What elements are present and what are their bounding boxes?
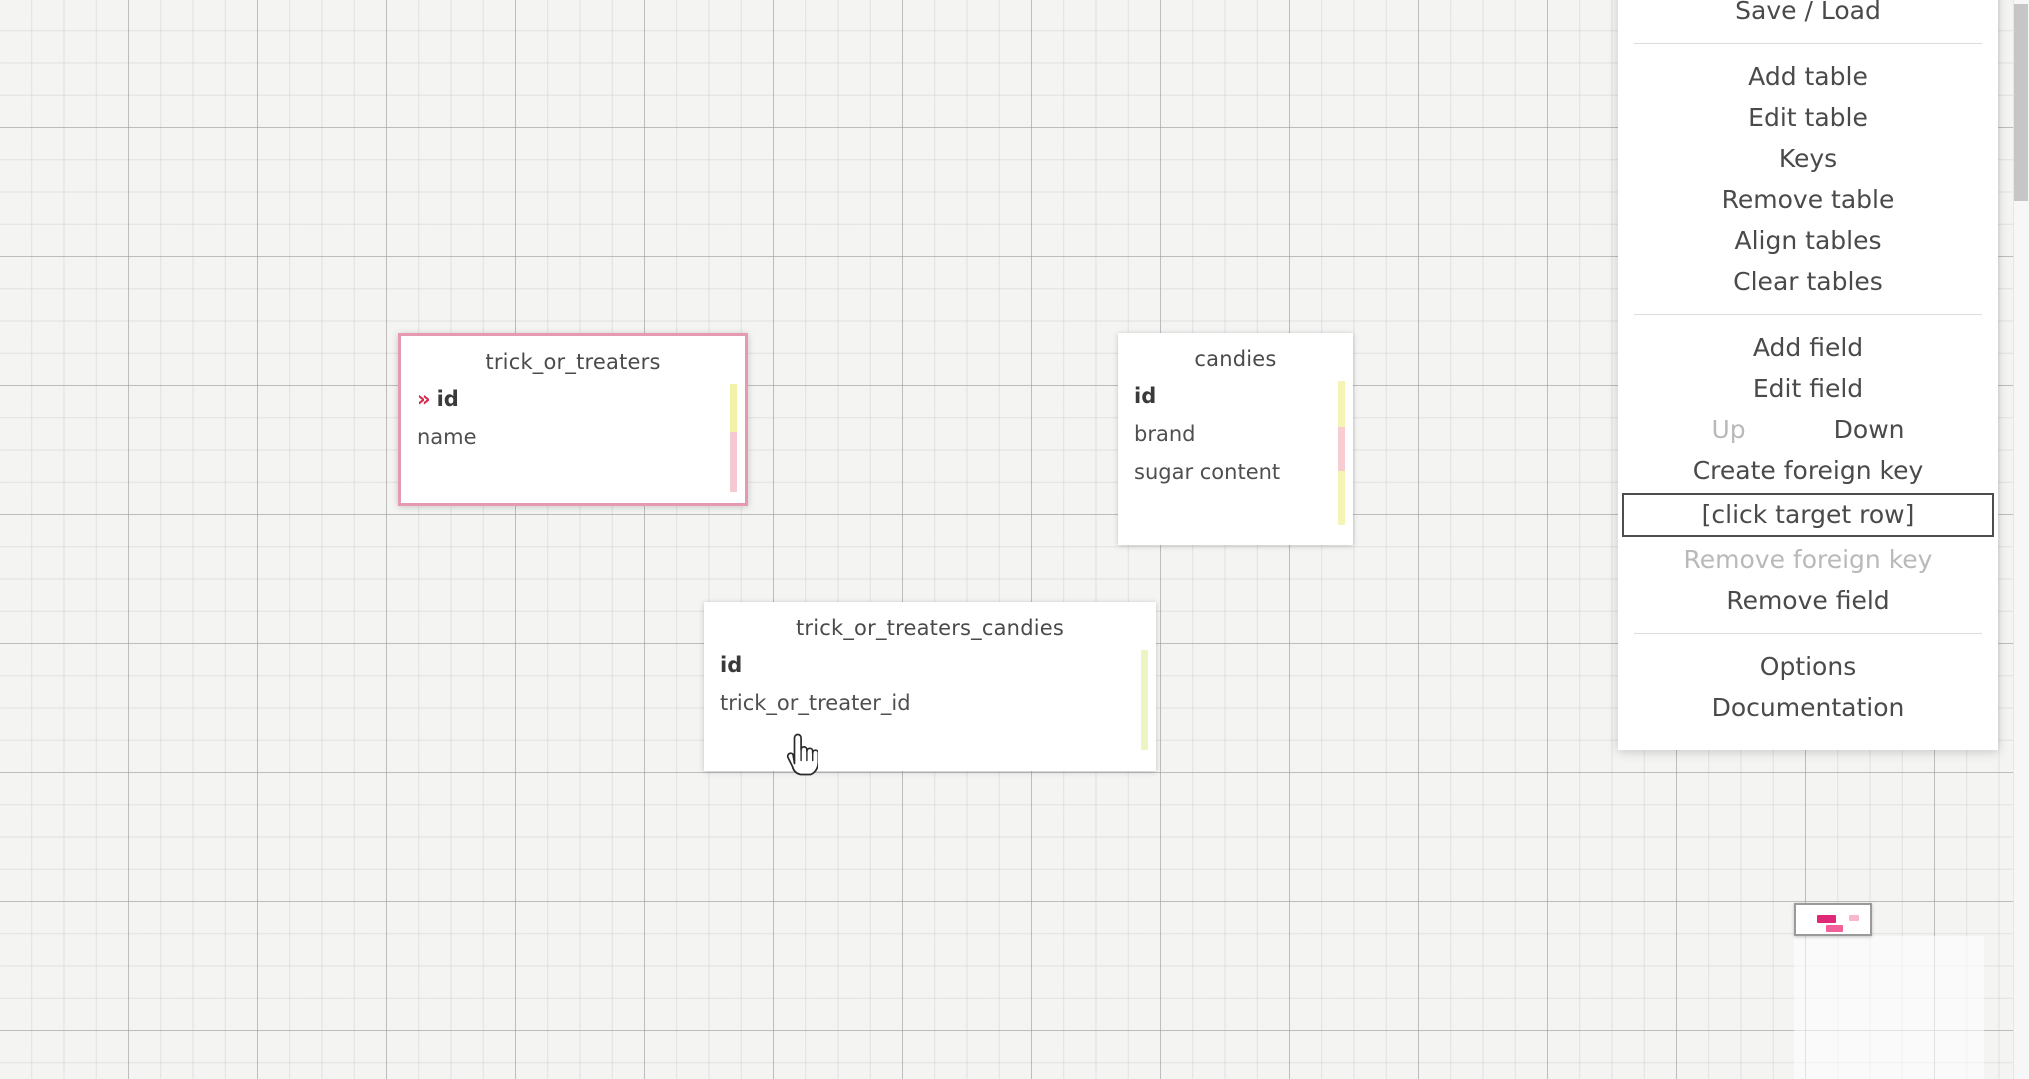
menu-row-move-field: Up Down xyxy=(1618,409,1998,450)
table-field-label: id xyxy=(1134,384,1157,408)
menu-item-documentation[interactable]: Documentation xyxy=(1618,687,1998,728)
menu-item-add-field[interactable]: Add field xyxy=(1618,327,1998,368)
table-card[interactable]: trick_or_treaters_candiesid trick_or_trea… xyxy=(704,602,1156,771)
minimap[interactable] xyxy=(1794,903,1872,936)
menu-item-move-field-up[interactable]: Up xyxy=(1711,416,1745,443)
menu-item-clear-tables[interactable]: Clear tables xyxy=(1618,261,1998,302)
field-color-segment xyxy=(730,384,737,432)
field-color-segment xyxy=(730,432,737,492)
table-field-row[interactable]: » id xyxy=(401,380,745,418)
menu-item-keys[interactable]: Keys xyxy=(1618,138,1998,179)
table-field-row[interactable]: name xyxy=(401,418,745,456)
table-card[interactable]: candies id brand sugar content xyxy=(1118,333,1353,545)
table-field-row[interactable]: trick_or_treater_id xyxy=(704,684,1156,722)
table-title: trick_or_treaters xyxy=(485,350,661,374)
table-field-label: trick_or_treater_id xyxy=(720,691,911,715)
menu-item-create-foreign-key[interactable]: Create foreign key xyxy=(1618,450,1998,491)
schema-designer-app: trick_or_treaters» id name candies id brand su… xyxy=(0,0,2029,1079)
table-field-row[interactable]: id xyxy=(704,646,1156,684)
minimap-viewport-pane xyxy=(1794,936,1984,1079)
table-field-row[interactable]: brand xyxy=(1118,415,1353,453)
vertical-scrollbar-thumb[interactable] xyxy=(2014,4,2028,201)
vertical-scrollbar-track[interactable] xyxy=(2013,0,2029,1079)
field-color-segment xyxy=(1338,471,1345,525)
table-field-label: id xyxy=(720,653,743,677)
table-card[interactable]: trick_or_treaters » id name xyxy=(398,333,748,506)
menu-item-click-target-row[interactable]: [click target row] xyxy=(1622,493,1994,537)
command-menu-panel[interactable]: Save / Load Add table Edit table Keys Re… xyxy=(1618,0,1998,750)
table-field-label: name xyxy=(417,425,477,449)
field-color-strip xyxy=(730,384,737,492)
foreign-key-chevron-icon: » xyxy=(417,387,431,411)
menu-item-remove-foreign-key[interactable]: Remove foreign key xyxy=(1618,539,1998,580)
minimap-table-blip xyxy=(1826,925,1843,932)
minimap-table-blip xyxy=(1817,915,1836,923)
table-field-label: id xyxy=(436,387,459,411)
table-field-label: sugar content xyxy=(1134,460,1281,484)
table-field-row[interactable]: sugar content xyxy=(1118,453,1353,491)
menu-item-remove-field[interactable]: Remove field xyxy=(1618,580,1998,621)
field-color-segment xyxy=(1338,381,1345,427)
menu-item-add-table[interactable]: Add table xyxy=(1618,56,1998,97)
field-color-strip xyxy=(1338,381,1345,525)
table-field-row[interactable]: id xyxy=(1118,377,1353,415)
table-title: trick_or_treaters_candies xyxy=(795,616,1065,640)
table-title: candies xyxy=(1194,347,1277,371)
menu-item-edit-table[interactable]: Edit table xyxy=(1618,97,1998,138)
menu-item-remove-table[interactable]: Remove table xyxy=(1618,179,1998,220)
field-color-strip xyxy=(1141,650,1148,750)
minimap-table-blip xyxy=(1849,915,1859,921)
menu-divider-3 xyxy=(1634,633,1982,634)
menu-item-move-field-down[interactable]: Down xyxy=(1834,416,1905,443)
menu-item-save-load[interactable]: Save / Load xyxy=(1618,0,1998,31)
menu-divider-1 xyxy=(1634,43,1982,44)
menu-divider-2 xyxy=(1634,314,1982,315)
field-color-segment xyxy=(1338,427,1345,471)
field-color-segment xyxy=(1141,650,1148,750)
menu-item-edit-field[interactable]: Edit field xyxy=(1618,368,1998,409)
menu-item-options[interactable]: Options xyxy=(1618,646,1998,687)
table-field-label: brand xyxy=(1134,422,1196,446)
menu-item-align-tables[interactable]: Align tables xyxy=(1618,220,1998,261)
